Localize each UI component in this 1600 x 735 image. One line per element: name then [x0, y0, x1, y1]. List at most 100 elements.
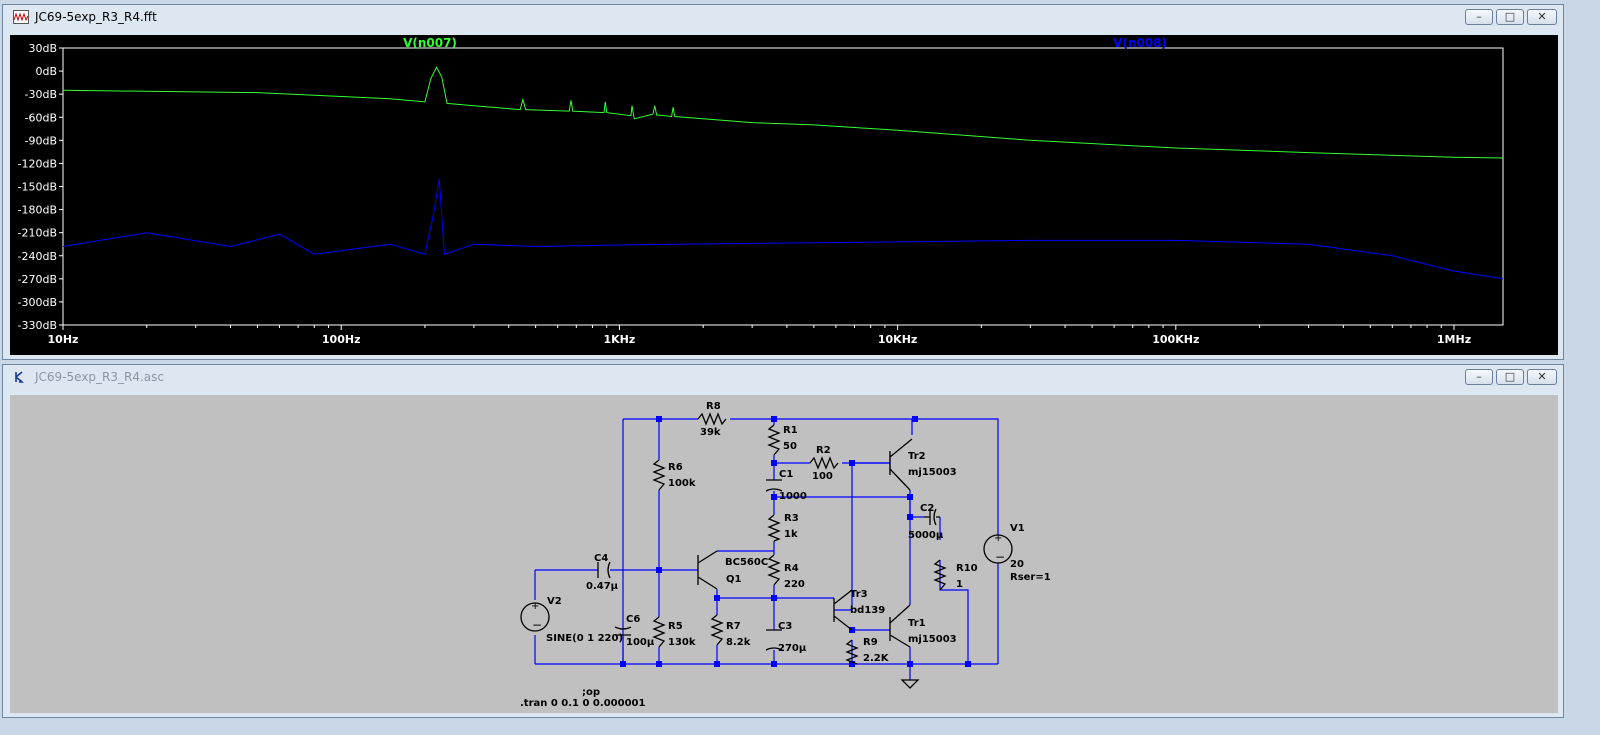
resistor-R6 [652, 459, 666, 491]
label-R1-value[interactable]: 50 [783, 441, 797, 452]
label-R7-value[interactable]: 8.2k [726, 637, 751, 648]
close-icon: ✕ [1537, 370, 1547, 383]
label-R2-value[interactable]: 100 [812, 471, 833, 482]
plot-frame [62, 47, 1504, 326]
label-R9-ref[interactable]: R9 [863, 637, 878, 648]
label-Q1-ref[interactable]: Q1 [726, 574, 742, 585]
label-C2-value[interactable]: 5000µ [908, 530, 944, 541]
label-C6-ref[interactable]: C6 [626, 614, 640, 625]
svg-text:−: − [995, 550, 1005, 564]
label-Tr2-model[interactable]: mj15003 [908, 467, 957, 478]
resistor-R7 [710, 614, 724, 646]
label-Tr2-ref[interactable]: Tr2 [908, 451, 926, 462]
resistor-R3 [767, 514, 781, 542]
close-button[interactable]: ✕ [1527, 369, 1557, 385]
label-Tr3-ref[interactable]: Tr3 [850, 589, 868, 600]
x-tick-label: 100Hz [322, 333, 361, 346]
y-tick-label: -180dB [18, 204, 58, 217]
svg-text:+: + [994, 533, 1002, 544]
schematic-icon [15, 371, 24, 383]
y-tick-label: 0dB [35, 65, 57, 78]
minimize-icon: – [1476, 10, 1482, 23]
y-tick-label: -300dB [18, 296, 58, 309]
x-tick-label: 100KHz [1152, 333, 1199, 346]
spice-directive-op[interactable]: ;op [582, 687, 600, 698]
x-tick-label: 10KHz [878, 333, 917, 346]
label-V1-rser[interactable]: Rser=1 [1010, 572, 1051, 583]
label-R3-value[interactable]: 1k [784, 529, 798, 540]
capacitor-C4 [597, 561, 611, 579]
label-C3-ref[interactable]: C3 [778, 621, 792, 632]
label-C6-value[interactable]: 100µ [626, 637, 655, 648]
label-Q1-model[interactable]: BC560C [725, 557, 768, 568]
series-line-V(n008) [62, 178, 1504, 280]
x-tick-label: 1KHz [604, 333, 636, 346]
component-labels: R8 39k R1 50 R2 100 C1 1000 R3 1k BC560C… [520, 401, 1051, 709]
series-line-V(n007) [62, 66, 1504, 159]
label-R8-ref[interactable]: R8 [706, 401, 721, 412]
label-R8-value[interactable]: 39k [700, 427, 721, 438]
label-R10-ref[interactable]: R10 [956, 563, 978, 574]
label-V1-value[interactable]: 20 [1010, 559, 1024, 570]
label-C1-value[interactable]: 1000 [779, 491, 807, 502]
close-button[interactable]: ✕ [1527, 9, 1557, 25]
resistor-R2 [809, 456, 839, 470]
transistor-Tr1 [889, 604, 911, 648]
label-C4-ref[interactable]: C4 [594, 553, 608, 564]
fft-window-title: JC69-5exp_R3_R4.fft [35, 10, 157, 24]
y-tick-label: -150dB [18, 181, 58, 194]
close-icon: ✕ [1537, 10, 1547, 23]
label-R1-ref[interactable]: R1 [783, 425, 798, 436]
label-V1-ref[interactable]: V1 [1010, 523, 1025, 534]
maximize-button[interactable]: □ [1496, 369, 1524, 385]
label-Tr1-model[interactable]: mj15003 [908, 634, 957, 645]
fft-window[interactable]: JC69-5exp_R3_R4.fft – □ ✕ 30dB 0dB -30dB -6… [2, 4, 1564, 360]
x-tick-label: 10Hz [48, 333, 79, 346]
y-tick-label: -240dB [18, 250, 58, 263]
label-R3-ref[interactable]: R3 [784, 513, 799, 524]
label-R2-ref[interactable]: R2 [816, 445, 831, 456]
transistor-Tr2 [889, 438, 913, 491]
maximize-icon: □ [1504, 370, 1516, 383]
ground-symbol [900, 679, 920, 689]
schematic-canvas[interactable]: + − + − R8 39k R1 50 R2 100 C1 1000 R3 1… [10, 395, 1558, 713]
schematic-window[interactable]: JC69-5exp_R3_R4.asc – □ ✕ + − + − R8 39k… [2, 364, 1564, 718]
label-R9-value[interactable]: 2.2K [863, 653, 890, 664]
maximize-button[interactable]: □ [1496, 9, 1524, 25]
label-R4-ref[interactable]: R4 [784, 563, 799, 574]
maximize-icon: □ [1504, 10, 1516, 23]
fft-plot-area[interactable]: 30dB 0dB -30dB -60dB -90dB -120dB -150dB -180dB… [10, 35, 1558, 355]
label-R7-ref[interactable]: R7 [726, 621, 741, 632]
label-Tr3-model[interactable]: bd139 [850, 605, 885, 616]
label-R10-value[interactable]: 1 [956, 579, 963, 590]
minimize-icon: – [1476, 370, 1482, 383]
x-tick-label: 1MHz [1437, 333, 1471, 346]
capacitor-C1 [765, 479, 783, 492]
label-V2-value[interactable]: SINE(0 1 220) [546, 633, 623, 644]
y-tick-label: -30dB [25, 88, 58, 101]
y-tick-label: -60dB [25, 111, 58, 124]
schematic-window-title: JC69-5exp_R3_R4.asc [35, 370, 165, 384]
label-R5-value[interactable]: 130k [668, 637, 696, 648]
y-tick-label: -330dB [18, 319, 58, 332]
label-C2-ref[interactable]: C2 [920, 503, 934, 514]
y-tick-label: -90dB [25, 134, 58, 147]
fft-window-titlebar[interactable]: JC69-5exp_R3_R4.fft – □ ✕ [3, 5, 1563, 29]
resistor-R1 [767, 424, 781, 456]
label-C4-value[interactable]: 0.47µ [586, 581, 619, 592]
label-R6-value[interactable]: 100k [668, 478, 696, 489]
label-Tr1-ref[interactable]: Tr1 [908, 618, 926, 629]
minimize-button[interactable]: – [1465, 9, 1493, 25]
label-C3-value[interactable]: 270µ [778, 643, 807, 654]
schematic-window-titlebar[interactable]: JC69-5exp_R3_R4.asc – □ ✕ [3, 365, 1563, 389]
y-tick-label: -120dB [18, 157, 58, 170]
spice-directive-tran[interactable]: .tran 0 0.1 0 0.000001 [520, 698, 645, 709]
label-V2-ref[interactable]: V2 [547, 596, 562, 607]
label-R5-ref[interactable]: R5 [668, 621, 683, 632]
series-legend-label: V(n008) [1113, 36, 1167, 50]
label-R6-ref[interactable]: R6 [668, 462, 683, 473]
label-R4-value[interactable]: 220 [784, 579, 805, 590]
label-C1-ref[interactable]: C1 [779, 469, 793, 480]
svg-text:−: − [532, 618, 542, 632]
minimize-button[interactable]: – [1465, 369, 1493, 385]
